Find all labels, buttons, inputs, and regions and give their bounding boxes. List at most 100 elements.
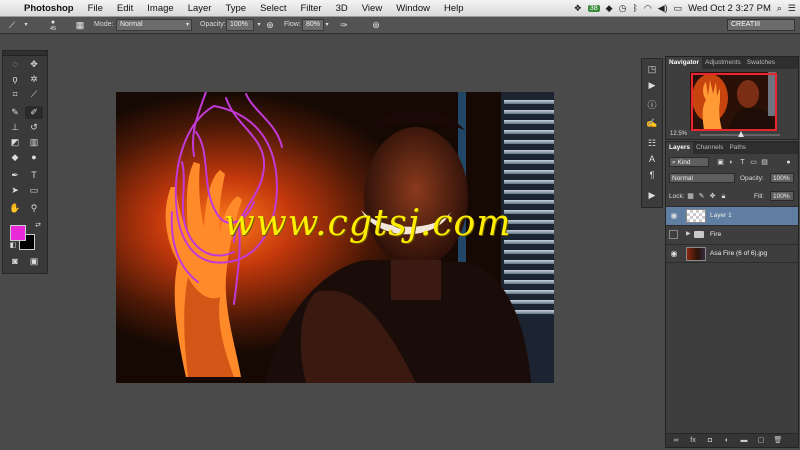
- tab-navigator[interactable]: Navigator: [666, 57, 702, 69]
- disclosure-triangle-icon[interactable]: ▶: [686, 230, 691, 237]
- eye-icon[interactable]: ◉: [669, 211, 679, 221]
- zoom-slider-knob[interactable]: [738, 131, 744, 137]
- menu-type[interactable]: Type: [218, 3, 253, 14]
- lock-all-icon[interactable]: 🔒︎: [719, 192, 728, 201]
- volume-icon[interactable]: ◀): [658, 3, 668, 14]
- history-panel-icon[interactable]: ◳: [644, 63, 660, 76]
- menu-clock[interactable]: Wed Oct 2 3:27 PM: [688, 3, 771, 14]
- quick-mask-icon[interactable]: ◙: [6, 255, 24, 268]
- pressure-opacity-icon[interactable]: ⊛: [264, 19, 276, 31]
- bluetooth-icon[interactable]: ᛒ: [632, 3, 637, 13]
- character-panel-icon[interactable]: A: [644, 153, 660, 166]
- layer-filter-select[interactable]: ⌕ Kind: [669, 157, 709, 167]
- tab-swatches[interactable]: Swatches: [744, 57, 778, 69]
- screen-mode-icon[interactable]: ▣: [25, 255, 43, 268]
- pen-icon[interactable]: ✒: [6, 169, 24, 182]
- lock-pixels-icon[interactable]: ✎: [697, 192, 706, 201]
- blend-mode-select[interactable]: Normal: [669, 173, 735, 183]
- layer-row-fire-group[interactable]: ▶ Fire: [666, 225, 798, 244]
- brush-tool-preset-icon[interactable]: ⟋: [6, 19, 18, 31]
- layer-opacity-field[interactable]: 100%: [770, 173, 794, 183]
- menu-3d[interactable]: 3D: [329, 3, 355, 14]
- type-filter-icon[interactable]: T: [738, 158, 747, 167]
- workspace-switcher[interactable]: CREATIII: [727, 19, 795, 31]
- opacity-field[interactable]: 100%: [226, 19, 254, 31]
- new-group-icon[interactable]: ▬: [738, 436, 750, 445]
- tools-panel-grip[interactable]: [3, 51, 47, 56]
- layer-row-background-photo[interactable]: ◉ Asa Fire (6 of 6).jpg: [666, 244, 798, 263]
- smart-object-filter-icon[interactable]: ▤: [760, 158, 769, 167]
- adjustment-layer-icon[interactable]: ◐: [721, 436, 733, 445]
- brush-panel-toggle-icon[interactable]: ▦: [74, 19, 86, 31]
- type-icon[interactable]: T: [25, 169, 43, 182]
- crop-icon[interactable]: ⌗: [6, 88, 24, 101]
- navigator-zoom-slider[interactable]: [700, 131, 780, 137]
- pressure-size-icon[interactable]: ⊛: [370, 19, 382, 31]
- layer-style-icon[interactable]: fx: [687, 436, 699, 445]
- marquee-icon[interactable]: ◌: [6, 58, 24, 71]
- paragraph-panel-icon[interactable]: ¶: [644, 169, 660, 182]
- layer-row-layer-1[interactable]: ◉ Layer 1: [666, 206, 798, 225]
- menu-file[interactable]: File: [81, 3, 110, 14]
- menu-window[interactable]: Window: [389, 3, 437, 14]
- menu-help[interactable]: Help: [437, 3, 471, 14]
- eraser-icon[interactable]: ◩: [6, 136, 24, 149]
- eye-icon[interactable]: ◉: [669, 249, 679, 259]
- mode-select[interactable]: Normal ▾: [116, 19, 192, 31]
- menu-view[interactable]: View: [355, 3, 389, 14]
- foreground-color-swatch[interactable]: [10, 225, 26, 241]
- lasso-icon[interactable]: ϙ: [6, 73, 24, 86]
- wifi-icon[interactable]: ◠: [644, 3, 652, 14]
- dropbox-icon[interactable]: ◆: [606, 3, 613, 14]
- delete-layer-icon[interactable]: 🗑︎: [772, 436, 784, 445]
- brush-icon[interactable]: ✐: [25, 106, 43, 119]
- navigator-view-box[interactable]: [691, 73, 777, 131]
- tab-paths[interactable]: Paths: [726, 142, 749, 154]
- menu-edit[interactable]: Edit: [110, 3, 140, 14]
- evernote-icon[interactable]: ❖: [574, 3, 582, 14]
- filter-toggle-icon[interactable]: ●: [784, 158, 793, 167]
- swap-colors-icon[interactable]: ⇄: [29, 219, 47, 232]
- chevron-down-icon[interactable]: ▾: [321, 19, 333, 31]
- blur-icon[interactable]: ◆: [6, 151, 24, 164]
- shape-filter-icon[interactable]: ▭: [749, 158, 758, 167]
- battery-icon[interactable]: ▭: [674, 3, 683, 14]
- visibility-toggle[interactable]: [669, 230, 678, 239]
- notification-badge[interactable]: 38: [587, 4, 600, 12]
- tab-channels[interactable]: Channels: [693, 142, 726, 154]
- timeline-panel-icon[interactable]: ▶: [644, 189, 660, 202]
- dodge-icon[interactable]: ●: [25, 151, 43, 164]
- menu-image[interactable]: Image: [140, 3, 180, 14]
- menu-app-name[interactable]: Photoshop: [22, 3, 81, 14]
- gradient-icon[interactable]: ▥: [25, 136, 43, 149]
- hand-icon[interactable]: ✋: [6, 202, 24, 215]
- tab-adjustments[interactable]: Adjustments: [702, 57, 744, 69]
- adjustments-panel-icon[interactable]: ☷: [644, 137, 660, 150]
- fill-field[interactable]: 100%: [770, 191, 794, 201]
- history-brush-icon[interactable]: ↺: [25, 121, 43, 134]
- menu-filter[interactable]: Filter: [293, 3, 328, 14]
- info-panel-icon[interactable]: ⓘ: [644, 99, 660, 112]
- actions-panel-icon[interactable]: ▶: [644, 79, 660, 92]
- time-machine-icon[interactable]: ◷: [619, 3, 627, 14]
- adjustment-filter-icon[interactable]: ◐: [727, 158, 736, 167]
- clone-stamp-icon[interactable]: ⊥: [6, 121, 24, 134]
- add-mask-icon[interactable]: ◘: [704, 436, 716, 445]
- menu-layer[interactable]: Layer: [181, 3, 219, 14]
- path-select-icon[interactable]: ➤: [6, 184, 24, 197]
- menu-select[interactable]: Select: [253, 3, 293, 14]
- notification-center-icon[interactable]: ☰: [788, 3, 796, 14]
- eyedropper-icon[interactable]: ⟋: [25, 88, 43, 101]
- shape-icon[interactable]: ▭: [25, 184, 43, 197]
- magic-wand-icon[interactable]: ✲: [25, 73, 43, 86]
- healing-brush-icon[interactable]: ✎: [6, 106, 24, 119]
- brush-preset-picker[interactable]: ● 45: [44, 19, 62, 32]
- spotlight-icon[interactable]: ⌕: [777, 3, 782, 14]
- airbrush-icon[interactable]: ✑: [338, 19, 350, 31]
- pixel-filter-icon[interactable]: ▣: [716, 158, 725, 167]
- lock-transparency-icon[interactable]: ▦: [686, 192, 695, 201]
- link-layers-icon[interactable]: ∞: [670, 436, 682, 445]
- brush-presets-panel-icon[interactable]: ✍: [644, 117, 660, 130]
- move-icon[interactable]: ✥: [25, 58, 43, 71]
- navigator-zoom-value[interactable]: 12.5%: [670, 131, 687, 137]
